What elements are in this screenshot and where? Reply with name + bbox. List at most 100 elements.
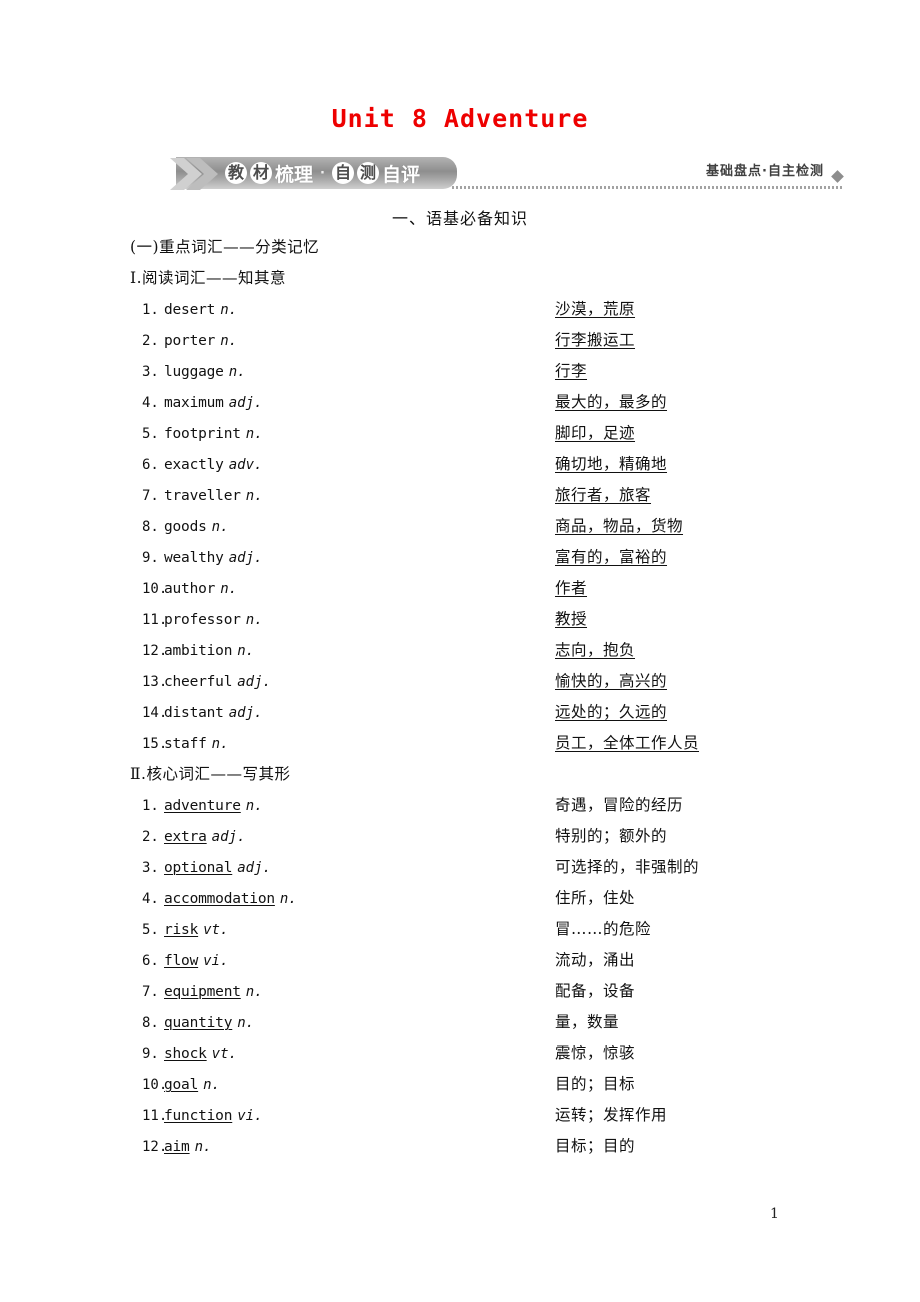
- vocabulary-meaning: 奇遇，冒险的经历: [555, 796, 684, 814]
- vocabulary-word: luggage: [164, 364, 224, 380]
- vocabulary-row: 7. traveller n. 旅行者，旅客: [130, 480, 870, 511]
- vocabulary-word: goal: [164, 1077, 199, 1093]
- vocabulary-word: exactly: [164, 457, 224, 473]
- vocabulary-row: 8. quantity n. 量，数量: [130, 1007, 870, 1038]
- part-of-speech: adj.: [228, 550, 263, 566]
- page-number: 1: [770, 1206, 779, 1222]
- vocabulary-meaning: 确切地，精确地: [555, 455, 668, 473]
- part-of-speech: vt.: [203, 922, 229, 938]
- part-of-speech: n.: [211, 736, 229, 752]
- vocabulary-meaning: 作者: [555, 579, 588, 597]
- banner-separator-dot: ·: [320, 165, 325, 181]
- vocabulary-row: 3. luggage n. 行李: [130, 356, 870, 387]
- vocabulary-row: 7. equipment n. 配备，设备: [130, 976, 870, 1007]
- vocabulary-row: 4. accommodation n. 住所，住处: [130, 883, 870, 914]
- vocabulary-word: maximum: [164, 395, 224, 411]
- vocabulary-index: 6.: [142, 457, 159, 473]
- banner-char-3: 梳理: [275, 163, 314, 186]
- part-of-speech: n.: [220, 333, 238, 349]
- part-of-speech: n.: [220, 581, 238, 597]
- banner-label: 教 材 梳理 · 自 测 自评: [224, 158, 421, 188]
- vocabulary-word: accommodation: [164, 891, 275, 907]
- reading-vocabulary-list: 1. desert n. 沙漠，荒原 2. porter n. 行李搬运工 3. luggage n…: [130, 294, 870, 759]
- vocabulary-meaning: 量，数量: [555, 1013, 620, 1031]
- vocabulary-row: 5. footprint n. 脚印，足迹: [130, 418, 870, 449]
- vocabulary-index: 3.: [142, 860, 159, 876]
- vocabulary-content: (一)重点词汇——分类记忆 Ⅰ.阅读词汇——知其意 1. desert n. 沙漠，荒…: [130, 232, 870, 1162]
- vocabulary-meaning: 志向，抱负: [555, 641, 636, 659]
- part-of-speech: adj.: [237, 674, 271, 690]
- vocabulary-word: function: [164, 1108, 233, 1124]
- main-heading: 一、语基必备知识: [391, 209, 528, 228]
- vocabulary-index: 10.: [142, 581, 168, 597]
- vocabulary-word: footprint: [164, 426, 241, 442]
- vocabulary-index: 13.: [142, 674, 168, 690]
- vocabulary-index: 5.: [142, 426, 159, 442]
- vocabulary-meaning: 运转；发挥作用: [555, 1106, 668, 1124]
- banner-side-label: 基础盘点·自主检测: [702, 160, 828, 179]
- part-of-speech: n.: [228, 364, 246, 380]
- vocabulary-meaning: 行李搬运工: [555, 331, 636, 349]
- part-of-speech: adj.: [228, 395, 263, 411]
- vocabulary-index: 11.: [142, 1108, 168, 1124]
- vocabulary-index: 4.: [142, 891, 159, 907]
- vocabulary-word: goods: [164, 519, 207, 535]
- vocabulary-index: 14.: [142, 705, 168, 721]
- banner-char-1: 教: [225, 162, 247, 184]
- banner-char-2: 材: [250, 162, 272, 184]
- part-of-speech: n.: [279, 891, 297, 907]
- vocabulary-index: 8.: [142, 519, 159, 535]
- section-heading-reading: Ⅰ.阅读词汇——知其意: [130, 269, 287, 287]
- banner-char-6: 自评: [381, 163, 420, 186]
- vocabulary-index: 9.: [142, 1046, 159, 1062]
- vocabulary-word: porter: [164, 333, 216, 349]
- vocabulary-meaning: 流动，涌出: [555, 951, 636, 969]
- vocabulary-word: wealthy: [164, 550, 224, 566]
- group-heading-a: (一)重点词汇——分类记忆: [130, 238, 320, 256]
- vocabulary-index: 2.: [142, 829, 159, 845]
- part-of-speech: n.: [237, 1015, 255, 1031]
- diamond-bullet-icon: [831, 170, 844, 183]
- vocabulary-word: distant: [164, 705, 224, 721]
- vocabulary-index: 3.: [142, 364, 159, 380]
- part-of-speech: adv.: [228, 457, 263, 473]
- vocabulary-meaning: 可选择的，非强制的: [555, 858, 700, 876]
- vocabulary-index: 4.: [142, 395, 159, 411]
- vocabulary-word: staff: [164, 736, 207, 752]
- page-title: Unit 8 Adventure: [331, 104, 589, 133]
- vocabulary-meaning: 旅行者，旅客: [555, 486, 652, 504]
- vocabulary-row: 9. wealthy adj. 富有的，富裕的: [130, 542, 870, 573]
- vocabulary-word: author: [164, 581, 216, 597]
- banner-char-5: 测: [356, 162, 379, 184]
- vocabulary-word: flow: [164, 953, 199, 969]
- part-of-speech: n.: [245, 426, 263, 442]
- vocabulary-word: cheerful: [164, 674, 233, 690]
- vocabulary-row: 13.cheerful adj. 愉快的，高兴的: [130, 666, 870, 697]
- vocabulary-index: 9.: [142, 550, 159, 566]
- banner-dotted-rule: [452, 186, 842, 189]
- part-of-speech: n.: [220, 302, 238, 318]
- vocabulary-meaning: 教授: [555, 610, 588, 628]
- vocabulary-meaning: 震惊，惊骇: [555, 1044, 636, 1062]
- vocabulary-word: ambition: [164, 643, 233, 659]
- vocabulary-word: desert: [164, 302, 216, 318]
- vocabulary-index: 6.: [142, 953, 159, 969]
- vocabulary-row: 12.aim n. 目标；目的: [130, 1131, 870, 1162]
- part-of-speech: vt.: [211, 1046, 237, 1062]
- vocabulary-word: optional: [164, 860, 233, 876]
- vocabulary-word: equipment: [164, 984, 241, 1000]
- vocabulary-index: 15.: [142, 736, 168, 752]
- vocabulary-word: adventure: [164, 798, 241, 814]
- part-of-speech: vi.: [237, 1108, 263, 1124]
- vocabulary-row: 10.author n. 作者: [130, 573, 870, 604]
- part-of-speech: n.: [245, 798, 263, 814]
- vocabulary-index: 11.: [142, 612, 168, 628]
- core-vocabulary-list: 1. adventure n. 奇遇，冒险的经历 2. extra adj. 特别的；额外的 3…: [130, 790, 870, 1162]
- document-page: Unit 8 Adventure 教 材 梳理 · 自 测 自评 基础盘点·自主…: [0, 0, 920, 1302]
- vocabulary-row: 6. exactly adv. 确切地，精确地: [130, 449, 870, 480]
- vocabulary-row: 1. desert n. 沙漠，荒原: [130, 294, 870, 325]
- part-of-speech: n.: [245, 612, 263, 628]
- vocabulary-row: 12.ambition n. 志向，抱负: [130, 635, 870, 666]
- vocabulary-meaning: 员工，全体工作人员: [555, 734, 700, 752]
- double-chevron-right-icon: [170, 158, 218, 190]
